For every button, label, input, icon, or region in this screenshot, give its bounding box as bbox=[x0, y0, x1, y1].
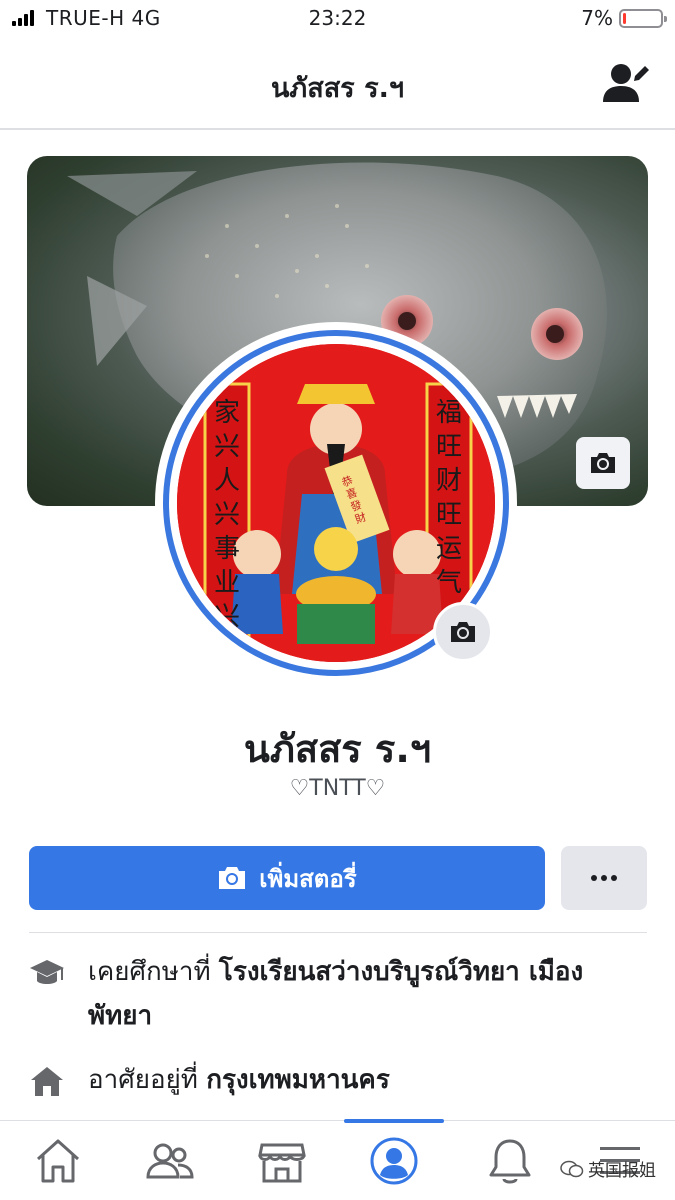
more-options-button[interactable] bbox=[561, 846, 647, 910]
watermark: 英国报姐 bbox=[560, 1156, 656, 1181]
add-story-label: เพิ่มสตอรี่ bbox=[259, 864, 357, 893]
edit-user-icon[interactable] bbox=[603, 62, 651, 106]
active-tab-indicator bbox=[344, 1119, 444, 1123]
page-title: นภัสสร ร.ฯ bbox=[270, 73, 405, 104]
camera-icon bbox=[219, 867, 246, 889]
residence-prefix: อาศัยอยู่ที่ bbox=[88, 1065, 207, 1095]
profile-nickname: ♡TNTT♡ bbox=[289, 776, 386, 801]
residence-row[interactable]: อาศัยอยู่ที่ กรุงเทพมหานคร bbox=[28, 1058, 648, 1102]
education-row[interactable]: เคยศึกษาที่ โรงเรียนสว่างบริบูรณ์วิทยา เ… bbox=[28, 950, 648, 1038]
wechat-logo-icon bbox=[560, 1160, 584, 1177]
add-story-button[interactable]: เพิ่มสตอรี่ bbox=[29, 846, 545, 910]
cover-camera-icon[interactable] bbox=[576, 437, 630, 489]
avatar-couplet-right: 福旺财旺运气 bbox=[435, 398, 462, 598]
clock: 23:22 bbox=[308, 6, 367, 30]
status-bar: TRUE-H 4G 23:22 7% bbox=[0, 0, 675, 36]
profile-name: นภัสสร ร.ฯ bbox=[243, 727, 432, 771]
avatar-camera-icon[interactable] bbox=[433, 602, 493, 662]
home-icon bbox=[31, 1067, 63, 1096]
divider bbox=[29, 932, 647, 933]
residence-value[interactable]: กรุงเทพมหานคร bbox=[206, 1065, 390, 1095]
top-bar: นภัสสร ร.ฯ bbox=[0, 44, 675, 130]
battery-percent: 7% bbox=[581, 6, 613, 30]
watermark-text: 英国报姐 bbox=[588, 1161, 656, 1181]
friends-icon[interactable] bbox=[144, 1135, 196, 1187]
graduation-cap-icon bbox=[30, 960, 64, 984]
battery-icon bbox=[619, 9, 667, 28]
home-icon[interactable] bbox=[32, 1135, 84, 1187]
profile-icon[interactable] bbox=[368, 1135, 420, 1187]
avatar-couplet-left: 家兴人兴事业兴 bbox=[213, 398, 240, 632]
notifications-icon[interactable] bbox=[484, 1135, 536, 1187]
education-prefix: เคยศึกษาที่ bbox=[88, 957, 219, 987]
marketplace-icon[interactable] bbox=[256, 1135, 308, 1187]
